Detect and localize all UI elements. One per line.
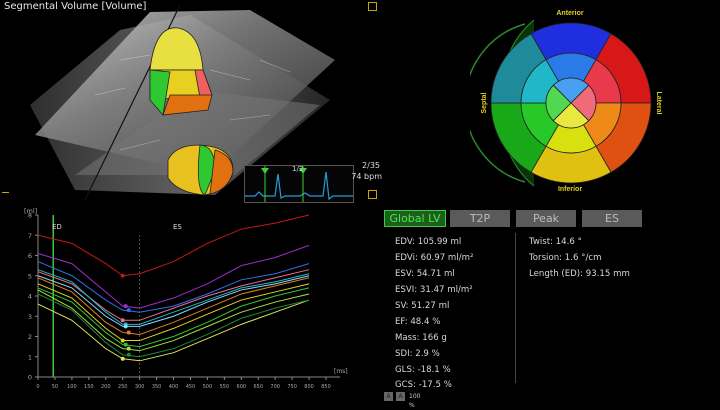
- es-label: ES: [173, 223, 182, 231]
- series-point-2: [123, 304, 128, 309]
- tab-t2p[interactable]: T2P: [450, 210, 510, 227]
- x-tick-label: 100: [67, 384, 77, 390]
- y-tick-label: 3: [28, 313, 32, 321]
- tab-peak[interactable]: Peak: [516, 210, 576, 227]
- x-tick-label: 700: [270, 384, 280, 390]
- volume-view[interactable]: Segmental Volume [Volume] 1/2 2/35 74 bp…: [0, 0, 384, 205]
- series-point-1: [120, 273, 125, 278]
- zoom-level: 100 %: [409, 393, 421, 409]
- x-tick-label: 350: [152, 384, 162, 390]
- label-inferior: Inferior: [558, 186, 582, 193]
- y-tick-label: 1: [28, 353, 32, 361]
- y-tick-label: 6: [28, 252, 32, 260]
- font-increase-button[interactable]: A: [396, 392, 405, 401]
- x-tick-label: 800: [304, 384, 314, 390]
- volume-curve-chart[interactable]: 8 7 6 5 4 3 2 1 0 0 50 100 150 200 250 300 350 400 450 500 5…: [0, 205, 384, 405]
- measure-twist: Twist: 14.6 °: [529, 237, 582, 247]
- x-tick-label: 50: [52, 384, 58, 390]
- view-title: Segmental Volume [Volume]: [4, 1, 147, 12]
- measure-gcs: GCS: -17.5 %: [395, 380, 452, 390]
- measure-edv: EDV: 105.99 ml: [395, 237, 462, 247]
- series-point-4: [120, 318, 125, 323]
- y-tick-label: 7: [28, 232, 32, 240]
- series-point-3: [126, 308, 131, 313]
- x-tick-label: 500: [203, 384, 213, 390]
- curve-svg: 8765432100 50 100 150 200 250 300 350 400 450 500 5…: [24, 207, 348, 390]
- bullseye-plot[interactable]: Anterior Inferior Septal Lateral: [464, 8, 662, 198]
- y-axis-label: [ml]: [24, 207, 37, 215]
- x-tick-label: 400: [169, 384, 179, 390]
- measure-torsion: Torsion: 1.6 °/cm: [529, 253, 602, 263]
- x-axis-label: [ms]: [334, 368, 348, 375]
- measure-esv: ESV: 54.71 ml: [395, 269, 455, 279]
- x-tick-label: 200: [101, 384, 111, 390]
- corner-marker-icon: [2, 192, 9, 195]
- x-tick-label: 250: [118, 384, 128, 390]
- label-lateral: Lateral: [655, 92, 662, 115]
- x-tick-label: 550: [220, 384, 230, 390]
- x-tick-label: 750: [287, 384, 297, 390]
- tab-es[interactable]: ES: [582, 210, 642, 227]
- series-line-9: [37, 289, 310, 352]
- x-tick-label: 650: [253, 384, 263, 390]
- font-decrease-button[interactable]: A: [384, 392, 393, 401]
- measure-sdi: SDI: 2.9 %: [395, 349, 440, 359]
- measure-esvi: ESVI: 31.47 ml/m²: [395, 285, 473, 295]
- frame-counter: 2/35: [362, 161, 380, 170]
- measure-ef: EF: 48.4 %: [395, 317, 441, 327]
- measure-length-ed: Length (ED): 93.15 mm: [529, 269, 630, 279]
- series-line-2: [37, 244, 310, 309]
- x-tick-label: 0: [36, 384, 39, 390]
- series-point-10: [120, 356, 125, 361]
- y-tick-label: 5: [28, 272, 32, 280]
- measure-edvi: EDVi: 60.97 ml/m²: [395, 253, 474, 263]
- x-tick-label: 150: [84, 384, 94, 390]
- ecg-cycle-label: 1/2: [292, 165, 304, 173]
- label-anterior: Anterior: [556, 10, 584, 17]
- tab-global-lv[interactable]: Global LV: [384, 210, 446, 227]
- x-tick-label: 300: [135, 384, 145, 390]
- series-point-12: [126, 352, 131, 357]
- lv-model-lower: [167, 144, 234, 196]
- label-septal: Septal: [481, 92, 488, 113]
- series-point-11: [123, 324, 128, 329]
- measurement-divider: [515, 233, 516, 383]
- measure-mass: Mass: 166 g: [395, 333, 447, 343]
- series-line-10: [37, 299, 310, 362]
- resize-icon[interactable]: [368, 190, 377, 199]
- series-point-6: [126, 330, 131, 335]
- maximize-icon[interactable]: [368, 2, 377, 11]
- x-tick-label: 600: [237, 384, 247, 390]
- heart-rate: 74 bpm: [351, 172, 382, 181]
- y-tick-label: 0: [28, 374, 32, 382]
- y-tick-label: 4: [28, 293, 32, 301]
- series-point-8: [123, 342, 128, 347]
- ed-label: ED: [52, 223, 62, 231]
- y-tick-label: 2: [28, 333, 32, 341]
- tab-bar: Global LV T2P Peak ES: [384, 210, 720, 228]
- series-point-7: [120, 338, 125, 343]
- measure-sv: SV: 51.27 ml: [395, 301, 450, 311]
- measure-gls: GLS: -18.1 %: [395, 365, 451, 375]
- x-tick-label: 850: [321, 384, 331, 390]
- x-tick-label: 450: [186, 384, 196, 390]
- series-point-9: [126, 346, 131, 351]
